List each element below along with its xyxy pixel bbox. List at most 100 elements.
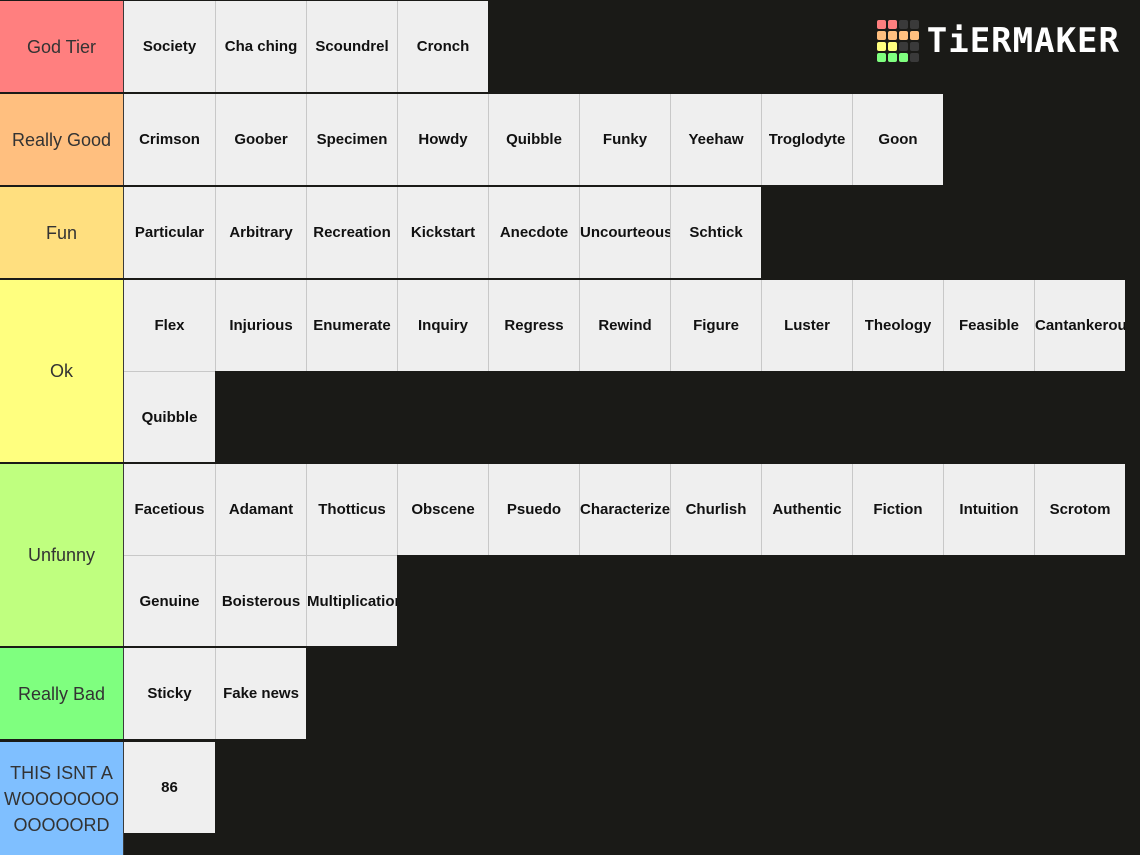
logo-cell — [909, 53, 919, 62]
tier-item-label: 86 — [161, 779, 178, 796]
tier-item-label: Fake news — [223, 685, 299, 702]
tier-item[interactable]: Specimen — [306, 94, 397, 185]
tier-item[interactable]: Kickstart — [397, 187, 488, 278]
tier-items: Sticky Fake news — [124, 648, 310, 739]
tier-label[interactable]: Really Bad — [0, 648, 124, 739]
tier-item[interactable]: Characterize — [579, 464, 670, 555]
tier-item-label: Obscene — [411, 501, 475, 518]
tier-item[interactable]: Genuine — [124, 555, 215, 646]
tier-item[interactable]: Anecdote — [488, 187, 579, 278]
tier-item-label: Kickstart — [410, 224, 476, 241]
tier-item[interactable]: Quibble — [124, 371, 215, 462]
tier-item-label: Authentic — [772, 501, 842, 518]
tier-label[interactable]: God Tier — [0, 1, 124, 92]
tier-item[interactable]: Crimson — [124, 94, 215, 185]
tier-item[interactable]: Intuition — [943, 464, 1034, 555]
logo-cell — [898, 42, 908, 51]
tier-item[interactable]: Sticky — [124, 648, 215, 739]
tier-item[interactable]: Figure — [670, 280, 761, 371]
tier-item[interactable]: Authentic — [761, 464, 852, 555]
tier-item[interactable]: Multiplication — [306, 555, 397, 646]
tier-row: THIS ISNT A WOOOOOOOOOOOORD 86 — [0, 742, 1140, 855]
tier-item-label: Feasible — [958, 317, 1020, 334]
tier-item-label: Multiplication — [307, 592, 397, 610]
tier-item[interactable]: Society — [124, 1, 215, 92]
tier-item[interactable]: Cantankerous — [1034, 280, 1125, 371]
tier-item[interactable]: Arbitrary — [215, 187, 306, 278]
tier-item[interactable]: Thotticus — [306, 464, 397, 555]
tier-item-label: Adamant — [228, 501, 294, 518]
tier-item[interactable]: Fiction — [852, 464, 943, 555]
tier-item[interactable]: Particular — [124, 187, 215, 278]
tier-item[interactable]: Regress — [488, 280, 579, 371]
tier-item-label: Scoundrel — [315, 38, 389, 55]
tier-item-label: Funky — [602, 131, 648, 148]
tier-item[interactable]: Funky — [579, 94, 670, 185]
tier-item[interactable]: Feasible — [943, 280, 1034, 371]
tier-item[interactable]: Scrotom — [1034, 464, 1125, 555]
tier-item-label: Flex — [154, 317, 185, 334]
tier-item-label: Rewind — [598, 317, 652, 334]
tier-item[interactable]: Flex — [124, 280, 215, 371]
tier-item[interactable]: Cha ching — [215, 1, 306, 92]
tier-item-label: Thotticus — [318, 501, 386, 518]
tier-item-label: Fiction — [873, 501, 923, 518]
tier-item-label: Facetious — [134, 501, 205, 518]
tier-item-label: Injurious — [229, 317, 293, 334]
tier-item[interactable]: Schtick — [670, 187, 761, 278]
tier-item-label: Enumerate — [313, 317, 391, 334]
tier-item[interactable]: Rewind — [579, 280, 670, 371]
tier-item[interactable]: Recreation — [306, 187, 397, 278]
tier-item[interactable]: Obscene — [397, 464, 488, 555]
logo-cell — [898, 53, 908, 62]
tier-label[interactable]: Fun — [0, 187, 124, 278]
tier-item-label: Inquiry — [417, 317, 468, 334]
tier-item-label: Psuedo — [506, 501, 562, 518]
logo-cell — [876, 42, 886, 51]
tier-item-label: Anecdote — [499, 224, 569, 241]
tier-item[interactable]: Cronch — [397, 1, 488, 92]
logo-cell — [887, 31, 897, 40]
tier-label[interactable]: THIS ISNT A WOOOOOOOOOOOORD — [0, 742, 124, 855]
tier-item[interactable]: Inquiry — [397, 280, 488, 371]
tier-item[interactable]: Uncourteous — [579, 187, 670, 278]
logo-cell — [876, 20, 886, 29]
tier-item[interactable]: Howdy — [397, 94, 488, 185]
tier-label[interactable]: Ok — [0, 280, 124, 462]
tier-item-label: Cantankerous — [1035, 317, 1125, 334]
tier-item[interactable]: Scoundrel — [306, 1, 397, 92]
tier-item[interactable]: Yeehaw — [670, 94, 761, 185]
tier-item-label: Regress — [504, 317, 564, 334]
tier-row: Really Good Crimson Goober Specimen Howdy Qui… — [0, 94, 1140, 185]
tier-items: Facetious Adamant Thotticus Obscene Psuedo Ch… — [124, 464, 1129, 646]
tier-item-label: Goober — [234, 131, 288, 148]
tier-item[interactable]: Boisterous — [215, 555, 306, 646]
tier-item-label: Schtick — [689, 224, 743, 241]
tier-item-label: Luster — [784, 317, 830, 334]
tier-item[interactable]: Goober — [215, 94, 306, 185]
tier-label[interactable]: Unfunny — [0, 464, 124, 646]
tier-item[interactable]: Theology — [852, 280, 943, 371]
tier-item-label: Scrotom — [1049, 501, 1111, 518]
tier-item[interactable]: Injurious — [215, 280, 306, 371]
tier-item[interactable]: Enumerate — [306, 280, 397, 371]
tier-item[interactable]: 86 — [124, 742, 215, 833]
brand-name: TiERMAKER — [926, 21, 1120, 61]
logo-cell — [887, 42, 897, 51]
tier-item[interactable]: Goon — [852, 94, 943, 185]
tier-item[interactable]: Psuedo — [488, 464, 579, 555]
tier-item[interactable]: Fake news — [215, 648, 306, 739]
tier-item-label: Genuine — [139, 592, 200, 610]
tier-item[interactable]: Luster — [761, 280, 852, 371]
tier-item[interactable]: Troglodyte — [761, 94, 852, 185]
logo-cell — [876, 53, 886, 62]
tier-item[interactable]: Churlish — [670, 464, 761, 555]
tier-items: Society Cha ching Scoundrel Cronch — [124, 1, 492, 92]
tier-item-label: Goon — [878, 131, 918, 148]
tier-item[interactable]: Quibble — [488, 94, 579, 185]
tier-item-label: Recreation — [313, 224, 391, 241]
tier-item[interactable]: Adamant — [215, 464, 306, 555]
tier-item-label: Yeehaw — [688, 131, 744, 148]
tier-label[interactable]: Really Good — [0, 94, 124, 185]
tier-item[interactable]: Facetious — [124, 464, 215, 555]
